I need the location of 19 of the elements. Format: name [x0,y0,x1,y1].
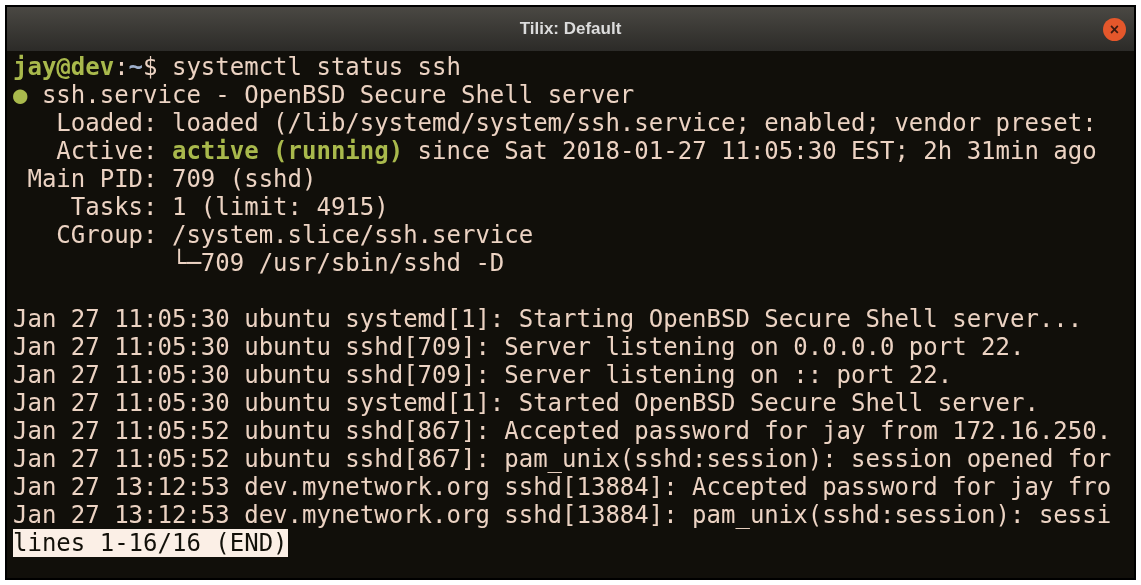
terminal-line: └─709 /usr/sbin/sshd -D [170,249,505,277]
terminal-line: Tasks: 1 (limit: 4915) [69,193,389,221]
terminal-line: jay@dev:~$ systemctl status ssh [13,53,461,81]
log-line: Jan 27 11:05:30 ubuntu systemd[1]: Started OpenBSD Secure Shell server. [13,389,1039,417]
terminal-line: Main PID: 709 (sshd) [26,165,317,193]
log-line: Jan 27 13:12:53 dev.mynetwork.org sshd[13884]: Accepted password for jay fro [13,473,1112,501]
terminal-line: Loaded: loaded (/lib/systemd/system/ssh.service; enabled; vendor preset: [55,109,1097,137]
log-line: Jan 27 11:05:52 ubuntu sshd[867]: Accepted password for jay from 172.16.250. [13,417,1112,445]
log-line: Jan 27 11:05:30 ubuntu systemd[1]: Starting OpenBSD Secure Shell server... [13,305,1083,333]
log-line: Jan 27 11:05:30 ubuntu sshd[709]: Server listening on :: port 22. [13,361,953,389]
close-button[interactable]: × [1103,18,1126,41]
terminal-line: CGroup: /system.slice/ssh.service [55,221,534,249]
window-title: Tilix: Default [519,18,622,41]
log-line: Jan 27 11:05:30 ubuntu sshd[709]: Server listening on 0.0.0.0 port 22. [13,333,1025,361]
log-line: Jan 27 11:05:52 ubuntu sshd[867]: pam_unix(sshd:session): session opened for [13,445,1112,473]
pager-status: lines 1-16/16 (END) [13,529,288,557]
log-line: Jan 27 13:12:53 dev.mynetwork.org sshd[13884]: pam_unix(sshd:session): sessi [13,501,1112,529]
terminal-line: Active: active (running) since Sat 2018-01-27 11:05:30 EST; 2h 31min ago [55,137,1097,165]
terminal-line: ● ssh.service - OpenBSD Secure Shell server [13,81,635,109]
